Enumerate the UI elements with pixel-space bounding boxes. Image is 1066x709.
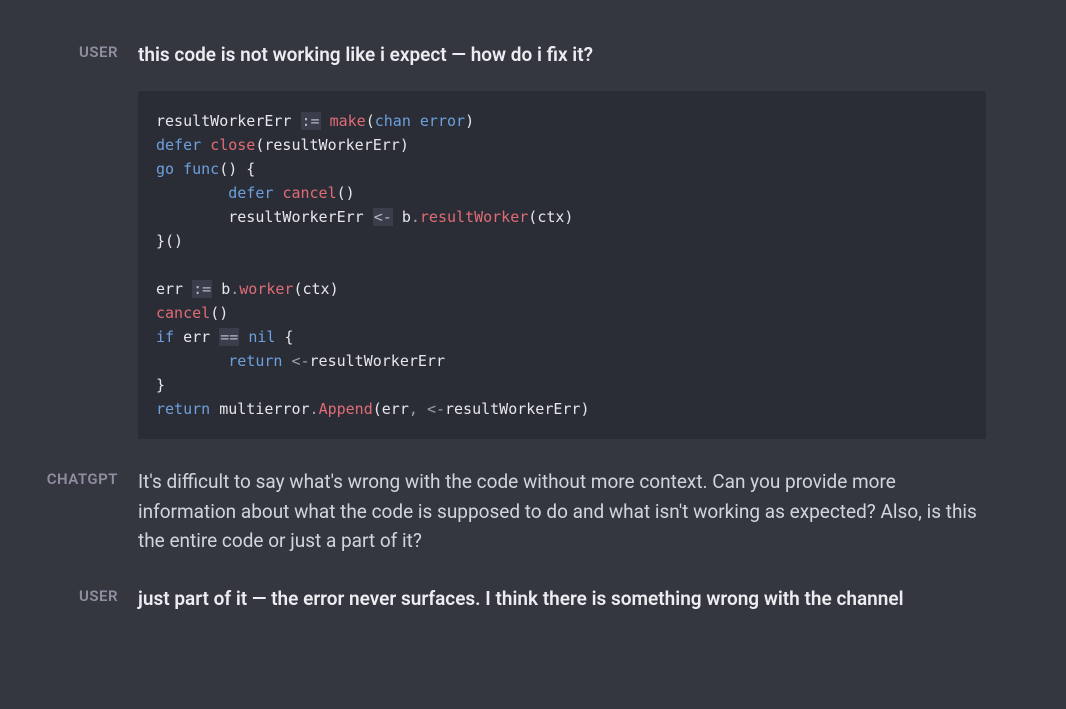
code-token	[156, 352, 228, 370]
message-row-user-2: USER just part of it — the error never s…	[0, 584, 986, 613]
code-token: err	[156, 280, 192, 298]
code-token	[418, 400, 427, 418]
code-token: return	[228, 352, 282, 370]
code-token: )	[465, 112, 474, 130]
code-token: .	[411, 208, 420, 226]
code-token: (	[366, 112, 375, 130]
code-token: (	[293, 280, 302, 298]
code-token: func	[183, 160, 219, 178]
code-token	[174, 160, 183, 178]
code-token	[321, 112, 330, 130]
code-token: err	[174, 328, 219, 346]
code-token: :=	[192, 280, 212, 298]
code-token	[239, 328, 248, 346]
code-token: err	[382, 400, 409, 418]
code-token: return	[156, 400, 210, 418]
code-token: .	[230, 280, 239, 298]
message-row-assistant-1: CHATGPT It's difficult to say what's wro…	[0, 467, 986, 555]
message-content: It's difficult to say what's wrong with …	[118, 467, 986, 555]
code-token: chan	[375, 112, 411, 130]
code-token: <-	[373, 208, 393, 226]
code-token: ==	[219, 328, 239, 346]
code-token: error	[420, 112, 465, 130]
code-token: resultWorkerErr	[156, 112, 301, 130]
code-token: resultWorkerErr	[264, 136, 399, 154]
code-token: () {	[219, 160, 255, 178]
code-token: resultWorkerErr	[156, 208, 373, 226]
code-token: defer	[228, 184, 273, 202]
code-token	[201, 136, 210, 154]
code-token: .	[310, 400, 319, 418]
message-text: just part of it — the error never surfac…	[138, 584, 986, 613]
code-token: if	[156, 328, 174, 346]
code-token: b	[393, 208, 411, 226]
code-token: ()	[210, 304, 228, 322]
message-text: this code is not working like i expect —…	[138, 40, 986, 69]
message-content: this code is not working like i expect —…	[118, 40, 986, 439]
code-token: ctx	[303, 280, 330, 298]
code-token: )	[580, 400, 589, 418]
code-block[interactable]: resultWorkerErr := make(chan error) defe…	[138, 91, 986, 439]
code-token: (	[373, 400, 382, 418]
code-token: }()	[156, 232, 183, 250]
code-token: {	[275, 328, 293, 346]
code-token: <-	[291, 352, 309, 370]
code-token: worker	[239, 280, 293, 298]
speaker-label: CHATGPT	[0, 467, 118, 488]
code-token	[156, 184, 228, 202]
code-token: ()	[337, 184, 355, 202]
message-text: It's difficult to say what's wrong with …	[138, 467, 986, 555]
speaker-label: USER	[0, 584, 118, 605]
code-token: resultWorkerErr	[445, 400, 580, 418]
code-token: make	[330, 112, 366, 130]
code-token: Append	[319, 400, 373, 418]
code-token: )	[330, 280, 339, 298]
code-token: nil	[248, 328, 275, 346]
code-token: defer	[156, 136, 201, 154]
message-content: just part of it — the error never surfac…	[118, 584, 986, 613]
code-token: (	[528, 208, 537, 226]
code-token: ctx	[537, 208, 564, 226]
code-token: :=	[301, 112, 321, 130]
code-token: close	[210, 136, 255, 154]
code-token: resultWorker	[420, 208, 528, 226]
code-token: resultWorkerErr	[310, 352, 445, 370]
code-token	[411, 112, 420, 130]
code-token: cancel	[156, 304, 210, 322]
code-token: }	[156, 376, 165, 394]
code-token: go	[156, 160, 174, 178]
message-row-user-1: USER this code is not working like i exp…	[0, 40, 986, 439]
code-token: )	[400, 136, 409, 154]
code-token: b	[212, 280, 230, 298]
code-token: multierror	[210, 400, 309, 418]
code-token: cancel	[282, 184, 336, 202]
code-token: <-	[427, 400, 445, 418]
speaker-label: USER	[0, 40, 118, 61]
code-token: )	[564, 208, 573, 226]
code-token: ,	[409, 400, 418, 418]
